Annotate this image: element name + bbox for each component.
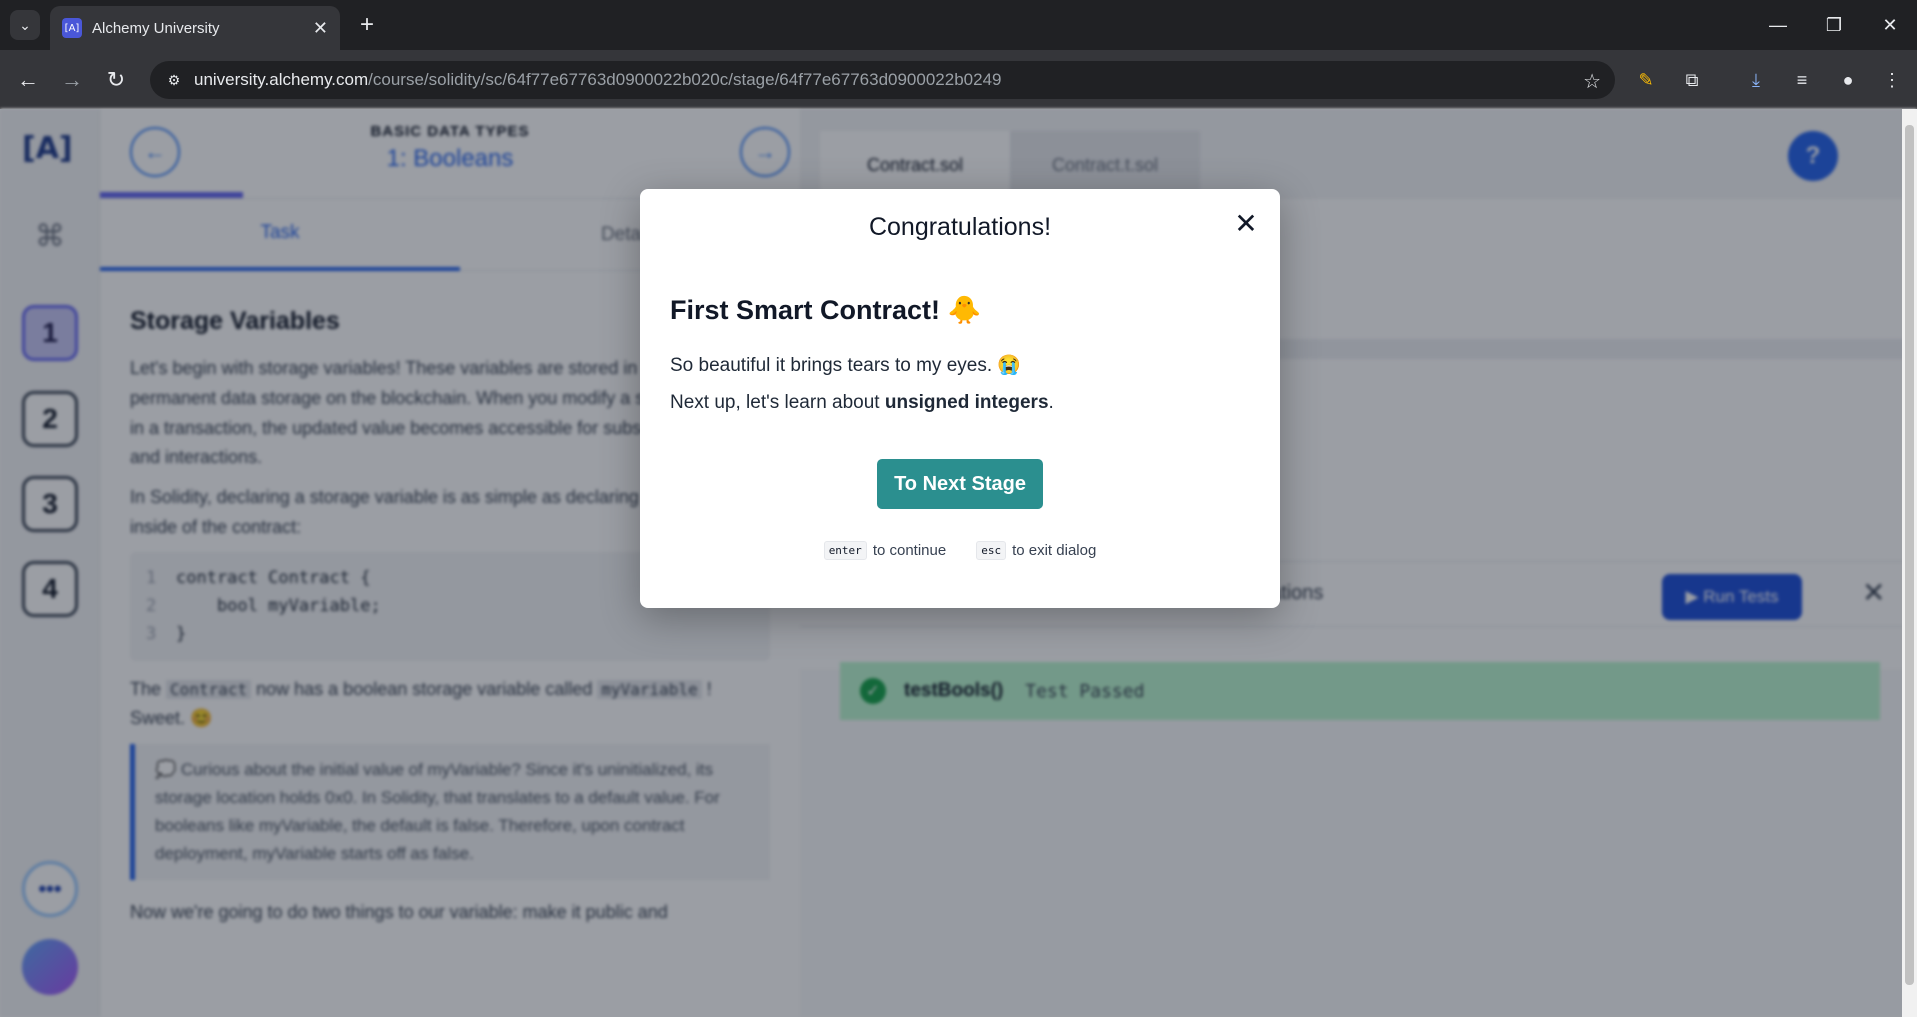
- enter-key: enter: [823, 541, 867, 560]
- profile-avatar-icon[interactable]: ●: [1834, 66, 1862, 94]
- dialog-heading: First Smart Contract! 🐥: [670, 295, 982, 325]
- browser-toolbar: ← → ↻ ⚙ university.alchemy.com/course/so…: [0, 50, 1917, 109]
- scrollbar-thumb[interactable]: [1905, 125, 1914, 985]
- enter-hint: enter to continue: [823, 541, 946, 560]
- keyboard-hints: enter to continue esc to exit dialog: [640, 541, 1280, 560]
- dialog-next-up: Next up, let's learn about unsigned inte…: [670, 392, 1054, 413]
- close-tab-icon[interactable]: ✕: [313, 18, 328, 39]
- close-dialog-icon[interactable]: ✕: [1230, 207, 1262, 240]
- extensions-icon[interactable]: ⧉: [1678, 66, 1706, 94]
- address-bar[interactable]: ⚙ university.alchemy.com/course/solidity…: [150, 61, 1615, 99]
- forward-icon[interactable]: →: [56, 64, 88, 96]
- alchemy-favicon-icon: [A]: [62, 18, 82, 38]
- congratulations-dialog: Congratulations! ✕ First Smart Contract!…: [640, 189, 1280, 608]
- url-host: university.alchemy.com: [194, 70, 369, 89]
- back-icon[interactable]: ←: [12, 64, 44, 96]
- media-control-icon[interactable]: ≡: [1788, 66, 1816, 94]
- minimize-icon[interactable]: —: [1758, 10, 1798, 40]
- reload-icon[interactable]: ↻: [100, 64, 132, 96]
- browser-tab[interactable]: [A] Alchemy University ✕: [50, 6, 340, 50]
- restore-icon[interactable]: ❐: [1814, 10, 1854, 40]
- esc-key: esc: [976, 541, 1007, 560]
- new-tab-icon[interactable]: +: [352, 10, 382, 40]
- pen-extension-icon[interactable]: ✎: [1632, 66, 1660, 94]
- tab-search-icon[interactable]: ⌄: [10, 10, 40, 40]
- dialog-title: Congratulations!: [868, 213, 1052, 241]
- next-stage-button[interactable]: To Next Stage: [877, 459, 1043, 509]
- tab-title: Alchemy University: [92, 19, 220, 37]
- site-settings-icon[interactable]: ⚙: [164, 70, 184, 90]
- dialog-message: So beautiful it brings tears to my eyes.…: [670, 355, 1022, 376]
- url-path: /course/solidity/sc/64f77e67763d0900022b…: [368, 70, 1002, 89]
- close-window-icon[interactable]: ✕: [1870, 10, 1910, 40]
- download-icon[interactable]: ⤓: [1742, 66, 1770, 94]
- browser-tabbar: ⌄ [A] Alchemy University ✕ + — ❐ ✕: [0, 0, 1917, 50]
- esc-hint: esc to exit dialog: [976, 541, 1096, 560]
- menu-kebab-icon[interactable]: ⋮: [1878, 66, 1906, 94]
- bookmark-star-icon[interactable]: ☆: [1583, 69, 1601, 94]
